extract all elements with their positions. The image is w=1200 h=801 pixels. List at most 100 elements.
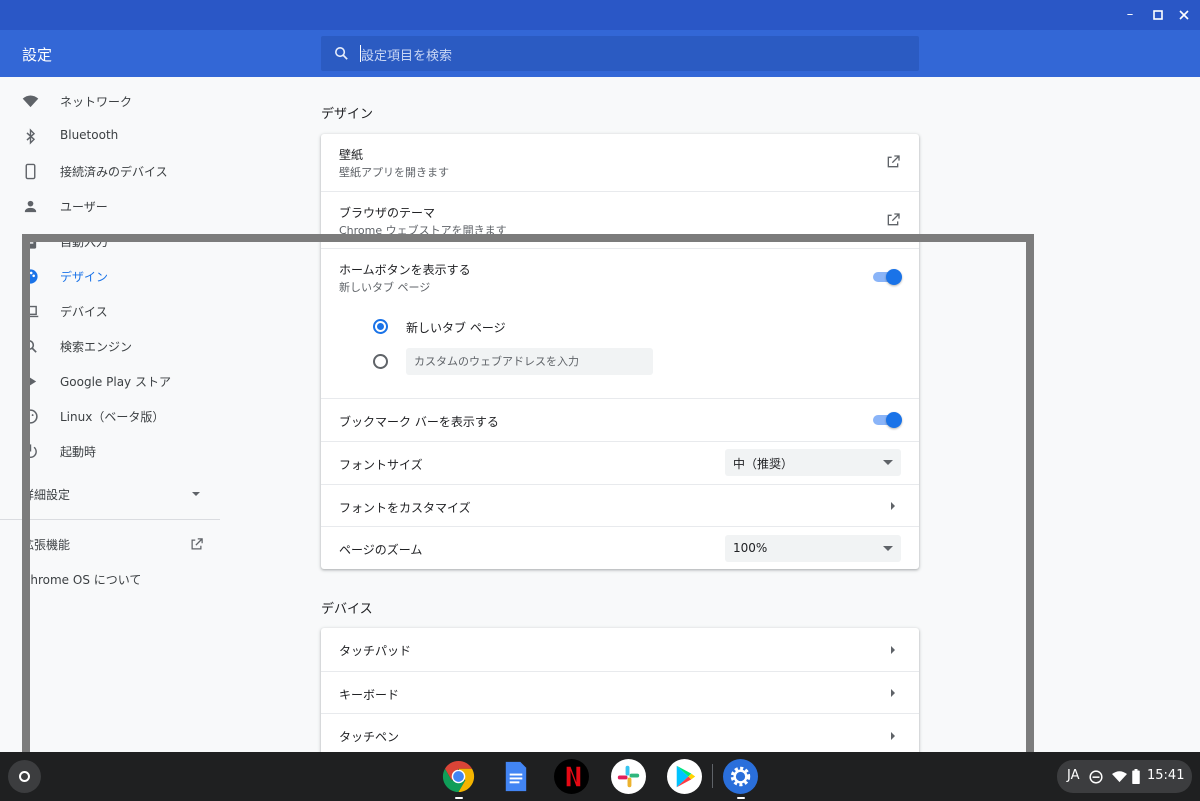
- page-zoom-select[interactable]: 100%: [725, 535, 901, 562]
- sidebar-item-appearance[interactable]: デザイン: [0, 259, 220, 294]
- bookmark-bar-label: ブックマーク バーを表示する: [339, 415, 499, 429]
- sidebar-item-bluetooth[interactable]: Bluetooth: [0, 119, 220, 154]
- sidebar-item-label: デザイン: [60, 270, 109, 284]
- open-in-new-icon: [191, 538, 203, 550]
- sidebar-item-label: ネットワーク: [60, 95, 133, 109]
- settings-app-icon[interactable]: [723, 759, 758, 799]
- browser-theme-row[interactable]: ブラウザのテーマ Chrome ウェブストアを開きます: [321, 191, 919, 248]
- close-icon: [1179, 10, 1189, 20]
- chrome-app-icon[interactable]: [441, 759, 476, 799]
- gear-icon: [730, 766, 751, 787]
- running-indicator: [737, 797, 745, 799]
- sidebar-item-label: Linux（ベータ版）: [60, 410, 165, 424]
- phone-icon: [25, 163, 36, 180]
- maximize-icon: [1153, 10, 1163, 20]
- sidebar-item-network[interactable]: ネットワーク: [0, 84, 220, 119]
- font-size-select[interactable]: 中（推奨）: [725, 449, 901, 476]
- do-not-disturb-icon: [1089, 770, 1103, 784]
- radio-custom-url[interactable]: [373, 354, 388, 369]
- customize-fonts-row[interactable]: フォントをカスタマイズ: [321, 484, 919, 526]
- chevron-down-icon: [192, 492, 200, 496]
- sidebar-item-about[interactable]: Chrome OS について: [0, 562, 220, 597]
- search-icon: [24, 340, 37, 353]
- radio-new-tab-page[interactable]: [373, 319, 388, 334]
- sidebar-item-label: デバイス: [60, 305, 108, 319]
- keyboard-label: キーボード: [339, 688, 400, 702]
- shelf-separator: [712, 764, 713, 788]
- sidebar-item-label: Google Play ストア: [60, 375, 171, 389]
- chevron-right-icon: [891, 502, 895, 510]
- wallpaper-label: 壁紙: [339, 148, 364, 162]
- chevron-right-icon: [891, 689, 895, 697]
- chevron-right-icon: [891, 732, 895, 740]
- touchpad-row[interactable]: タッチパッド: [321, 628, 919, 671]
- home-button-toggle[interactable]: [873, 269, 902, 285]
- about-label: Chrome OS について: [22, 573, 142, 587]
- stylus-label: タッチペン: [339, 730, 400, 744]
- home-button-row: ホームボタンを表示する 新しいタブ ページ 新しいタブ ページ: [321, 248, 919, 398]
- minimize-button[interactable]: –: [1121, 6, 1139, 24]
- sidebar-item-search-engine[interactable]: 検索エンジン: [0, 329, 220, 364]
- netflix-app-icon[interactable]: [554, 759, 589, 794]
- sidebar-item-label: 検索エンジン: [60, 340, 133, 354]
- close-button[interactable]: [1175, 6, 1193, 24]
- stylus-row[interactable]: タッチペン: [321, 713, 919, 756]
- custom-url-input[interactable]: [406, 348, 653, 375]
- dropdown-arrow-icon: [883, 546, 893, 551]
- wallpaper-row[interactable]: 壁紙 壁紙アプリを開きます: [321, 134, 919, 191]
- bluetooth-icon: [26, 128, 36, 145]
- slack-icon: [617, 765, 640, 788]
- status-tray[interactable]: JA 15:41: [1057, 760, 1192, 793]
- laptop-icon: [22, 305, 39, 318]
- customize-fonts-label: フォントをカスタマイズ: [339, 501, 471, 515]
- advanced-settings-toggle[interactable]: 詳細設定: [0, 477, 220, 512]
- sidebar-item-extensions[interactable]: 拡張機能: [0, 527, 220, 562]
- extensions-label: 拡張機能: [22, 538, 71, 552]
- appearance-section-title: デザイン: [321, 107, 374, 122]
- wifi-icon: [22, 95, 39, 108]
- search-box[interactable]: 設定項目を検索: [321, 36, 919, 71]
- page-title: 設定: [22, 46, 53, 64]
- keyboard-row[interactable]: キーボード: [321, 671, 919, 713]
- page-zoom-label: ページのズーム: [339, 543, 423, 557]
- docs-icon: [505, 761, 527, 792]
- bookmark-bar-toggle[interactable]: [873, 412, 902, 428]
- linux-icon: [23, 409, 38, 424]
- sidebar-item-label: 自動入力: [60, 235, 109, 249]
- search-input[interactable]: 設定項目を検索: [361, 45, 452, 64]
- slack-app-icon[interactable]: [611, 759, 646, 794]
- font-size-label: フォントサイズ: [339, 458, 423, 472]
- page-zoom-value: 100%: [733, 541, 768, 555]
- sidebar-item-label: 接続済みのデバイス: [60, 165, 168, 179]
- running-indicator: [455, 797, 463, 799]
- radio-new-tab-label: 新しいタブ ページ: [406, 321, 506, 335]
- sidebar-item-label: Bluetooth: [60, 128, 119, 142]
- page-zoom-row: ページのズーム 100%: [321, 526, 919, 569]
- sidebar-item-device[interactable]: デバイス: [0, 294, 220, 329]
- sidebar-item-on-startup[interactable]: 起動時: [0, 434, 220, 469]
- settings-header: 設定 設定項目を検索: [0, 30, 1200, 77]
- wifi-status-icon: [1112, 771, 1127, 783]
- docs-app-icon[interactable]: [498, 759, 533, 794]
- bookmark-bar-row[interactable]: ブックマーク バーを表示する: [321, 398, 919, 441]
- palette-icon: [23, 269, 38, 284]
- device-section-title: デバイス: [321, 602, 373, 617]
- appearance-card: 壁紙 壁紙アプリを開きます ブラウザのテーマ Chrome ウェブストアを開きま…: [321, 134, 919, 569]
- launcher-button[interactable]: [8, 760, 41, 793]
- power-icon: [24, 444, 37, 458]
- open-in-new-icon[interactable]: [885, 154, 901, 170]
- ime-indicator: JA: [1067, 768, 1080, 783]
- home-button-label: ホームボタンを表示する: [339, 263, 471, 277]
- maximize-button[interactable]: [1149, 6, 1167, 24]
- sidebar-item-linux[interactable]: Linux（ベータ版）: [0, 399, 220, 434]
- sidebar-item-users[interactable]: ユーザー: [0, 189, 220, 224]
- play-store-app-icon[interactable]: [667, 759, 702, 794]
- person-icon: [24, 200, 37, 213]
- browser-theme-label: ブラウザのテーマ: [339, 206, 436, 220]
- font-size-row: フォントサイズ 中（推奨）: [321, 441, 919, 484]
- sidebar-item-play-store[interactable]: Google Play ストア: [0, 364, 220, 399]
- open-in-new-icon[interactable]: [885, 212, 901, 228]
- sidebar-item-autofill[interactable]: 自動入力: [0, 224, 220, 259]
- window-titlebar: –: [0, 0, 1200, 30]
- sidebar-item-connected-devices[interactable]: 接続済みのデバイス: [0, 154, 220, 189]
